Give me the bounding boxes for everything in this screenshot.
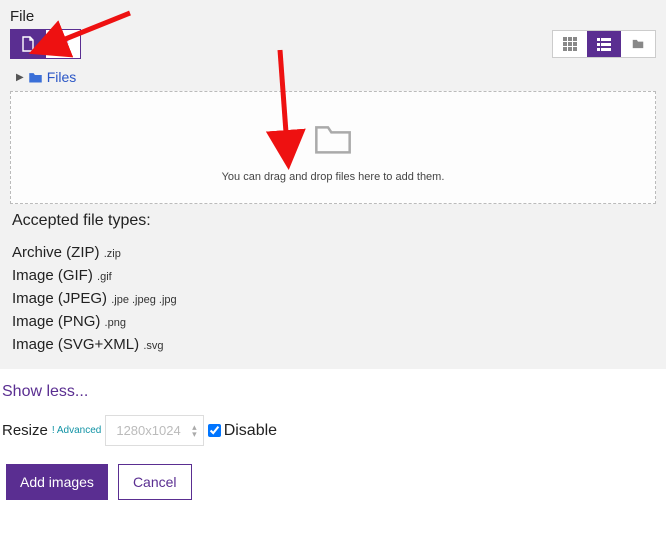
disable-resize-label[interactable]: Disable: [208, 422, 277, 440]
file-section-label: File: [10, 8, 656, 25]
folder-icon: [631, 37, 645, 51]
view-list-button[interactable]: [587, 31, 621, 57]
list-item: Image (JPEG) .jpe .jpeg .jpg: [12, 290, 654, 307]
new-file-button[interactable]: [11, 30, 45, 58]
file-plus-icon: [21, 36, 35, 52]
folder-outline-icon: [313, 122, 353, 156]
list-item: Image (PNG) .png: [12, 313, 654, 330]
view-mode-toggle: [552, 30, 656, 58]
drop-zone[interactable]: You can drag and drop files here to add …: [10, 91, 656, 204]
cancel-button[interactable]: Cancel: [118, 464, 192, 500]
files-tree-label[interactable]: Files: [47, 69, 77, 85]
disable-resize-checkbox[interactable]: [208, 424, 221, 437]
chevron-right-icon: ▶: [16, 72, 24, 83]
list-icon: [597, 37, 611, 51]
accepted-types-list: Archive (ZIP) .zip Image (GIF) .gif Imag…: [12, 244, 654, 353]
grid-icon: [563, 37, 577, 51]
accepted-heading: Accepted file types:: [12, 212, 654, 230]
view-grid-button[interactable]: [553, 31, 587, 57]
attach-file-button[interactable]: [45, 30, 80, 58]
list-item: Archive (ZIP) .zip: [12, 244, 654, 261]
add-images-button[interactable]: Add images: [6, 464, 108, 500]
folder-icon: [28, 71, 43, 84]
drop-hint-text: You can drag and drop files here to add …: [21, 171, 645, 183]
resize-label: Resize: [2, 422, 48, 439]
view-folder-button[interactable]: [621, 31, 655, 57]
show-less-toggle[interactable]: Show less...: [2, 383, 88, 401]
list-item: Image (SVG+XML) .svg: [12, 336, 654, 353]
select-arrows-icon: ▴▾: [192, 424, 197, 438]
file-tree-row[interactable]: ▶ Files: [10, 69, 656, 91]
advanced-link[interactable]: ! Advanced: [52, 425, 101, 436]
list-item: Image (GIF) .gif: [12, 267, 654, 284]
paperclip-icon: [56, 36, 70, 52]
resize-size-select[interactable]: 1280x1024 ▴▾: [105, 415, 203, 446]
upload-mode-toggle: [10, 29, 81, 59]
